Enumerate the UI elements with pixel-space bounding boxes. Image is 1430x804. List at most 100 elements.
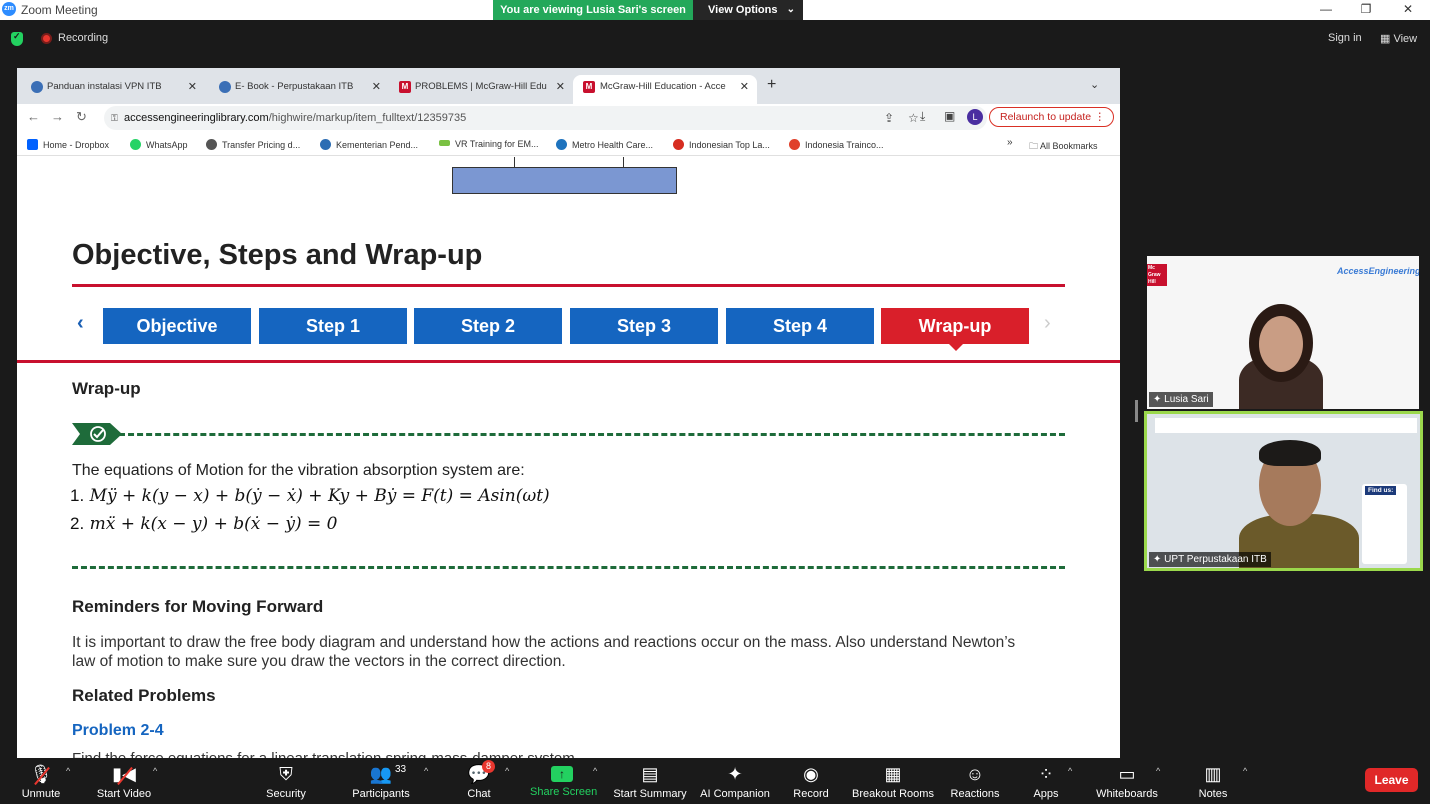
bookmarks-bar: Home - Dropbox WhatsApp Transfer Pricing… bbox=[17, 132, 1120, 156]
bookmark-item[interactable]: Kementerian Pend... bbox=[320, 139, 418, 150]
breakout-rooms-button[interactable]: ▦ Breakout Rooms bbox=[852, 762, 934, 800]
bookmark-item[interactable]: VR Training for EM... bbox=[439, 139, 539, 149]
tab-close-icon[interactable]: ✕ bbox=[556, 75, 565, 99]
record-button[interactable]: ◉ Record bbox=[792, 762, 830, 800]
bookmark-item[interactable]: Metro Health Care... bbox=[556, 139, 653, 150]
step-prev-arrow-icon[interactable]: ‹ bbox=[77, 312, 84, 335]
share-screen-button[interactable]: ↑ Share Screen bbox=[530, 762, 597, 798]
viewing-banner: You are viewing Lusia Sari's screen bbox=[493, 0, 693, 20]
step-tab-step-4[interactable]: Step 4 bbox=[726, 308, 874, 344]
start-summary-button[interactable]: ▤ Start Summary bbox=[612, 762, 688, 800]
start-video-button[interactable]: ▮◀ Start Video bbox=[95, 762, 153, 800]
bookmark-label: WhatsApp bbox=[146, 140, 188, 150]
tab-search-chevron-icon[interactable]: ⌄ bbox=[1090, 78, 1099, 91]
wrap-up-heading: Wrap-up bbox=[72, 379, 141, 398]
problem-2-4-link[interactable]: Problem 2-4 bbox=[72, 722, 164, 740]
video-tile-lusia-sari[interactable]: Mc Graw Hill AccessEngineering ✦ Lusia S… bbox=[1147, 256, 1419, 409]
back-icon[interactable]: ← bbox=[27, 109, 40, 124]
tile-resize-handle[interactable] bbox=[1135, 400, 1138, 422]
view-options-button[interactable]: View Options ⌄ bbox=[693, 0, 803, 20]
browser-tab-active[interactable]: M McGraw-Hill Education - Acce ✕ bbox=[573, 75, 757, 104]
all-bookmarks-button[interactable]: 🗀 All Bookmarks bbox=[1029, 139, 1098, 155]
audio-options-caret-icon[interactable]: ^ bbox=[66, 766, 70, 776]
recording-icon bbox=[41, 33, 52, 44]
new-tab-icon[interactable]: + bbox=[767, 76, 776, 94]
download-icon[interactable]: ⤓ bbox=[920, 109, 925, 124]
tab-close-icon[interactable]: ✕ bbox=[188, 75, 197, 99]
notes-button[interactable]: ▥ Notes bbox=[1196, 762, 1230, 800]
recording-label[interactable]: Recording bbox=[58, 32, 108, 44]
step-tab-wrap-up[interactable]: Wrap-up bbox=[881, 308, 1029, 351]
equation-item: 2. mẍ + k(x − y) + b(ẋ − ẏ) = 0 bbox=[70, 514, 337, 534]
tab-favicon-icon bbox=[31, 81, 43, 93]
reactions-icon: ☺ bbox=[965, 764, 985, 784]
minimize-icon[interactable]: — bbox=[1316, 2, 1336, 16]
bookmark-star-icon[interactable]: ☆ bbox=[908, 106, 919, 130]
relaunch-label: Relaunch to update bbox=[1000, 111, 1092, 123]
apps-icon: ⁘ bbox=[1038, 764, 1054, 784]
bookmark-favicon-icon bbox=[789, 139, 800, 150]
ai-companion-button[interactable]: ✦ AI Companion bbox=[698, 762, 772, 800]
site-info-icon[interactable]: ⚿ bbox=[111, 106, 118, 130]
shield-icon: ⛨ bbox=[279, 764, 293, 784]
sign-in-button[interactable]: Sign in bbox=[1328, 32, 1362, 44]
browser-tab[interactable]: M PROBLEMS | McGraw-Hill Edu ✕ bbox=[389, 75, 573, 104]
browser-tab[interactable]: Panduan instalasi VPN ITB ✕ bbox=[17, 75, 205, 104]
maximize-icon[interactable]: ❐ bbox=[1356, 2, 1376, 16]
video-tile-upt-perpustakaan[interactable]: Find us: ✦ UPT Perpustakaan ITB bbox=[1144, 411, 1423, 571]
close-icon[interactable]: ✕ bbox=[1398, 2, 1418, 16]
step-tab-step-1[interactable]: Step 1 bbox=[259, 308, 407, 344]
view-button[interactable]: ▦ View bbox=[1380, 32, 1417, 45]
bookmark-item[interactable]: WhatsApp bbox=[130, 139, 188, 150]
participant-hair bbox=[1259, 440, 1321, 466]
tab-close-icon[interactable]: ✕ bbox=[740, 75, 749, 99]
bookmark-item[interactable]: Indonesian Top La... bbox=[673, 139, 770, 150]
leave-button[interactable]: Leave bbox=[1365, 768, 1418, 792]
tab-favicon-icon bbox=[219, 81, 231, 93]
relaunch-to-update-button[interactable]: Relaunch to update ⋮ bbox=[989, 107, 1114, 127]
bookmark-item[interactable]: Transfer Pricing d... bbox=[206, 139, 300, 150]
share-page-icon[interactable]: ⇪ bbox=[884, 106, 894, 130]
participants-button[interactable]: 👥 33 Participants bbox=[351, 762, 411, 800]
reactions-button[interactable]: ☺ Reactions bbox=[949, 762, 1001, 800]
side-panel-icon[interactable]: ▣ bbox=[944, 109, 955, 123]
page-title: Objective, Steps and Wrap-up bbox=[72, 239, 483, 271]
whiteboards-button[interactable]: ▭ Whiteboards bbox=[1094, 762, 1160, 800]
mcgraw-hill-favicon-icon: M bbox=[399, 81, 411, 93]
chat-options-caret-icon[interactable]: ^ bbox=[505, 766, 509, 776]
participants-count: 33 bbox=[395, 764, 407, 775]
step-tab-step-3[interactable]: Step 3 bbox=[570, 308, 718, 344]
browser-tab[interactable]: E- Book - Perpustakaan ITB ✕ bbox=[205, 75, 389, 104]
participants-options-caret-icon[interactable]: ^ bbox=[424, 766, 428, 776]
chat-button[interactable]: 💬 8 Chat bbox=[462, 760, 496, 800]
unmute-button[interactable]: 🎙 Unmute bbox=[20, 762, 62, 800]
more-bookmarks-icon[interactable]: » bbox=[1007, 137, 1013, 148]
diagram-line bbox=[623, 157, 624, 167]
whiteboards-options-caret-icon[interactable]: ^ bbox=[1156, 766, 1160, 776]
encryption-shield-icon[interactable] bbox=[11, 31, 23, 46]
title-divider bbox=[72, 284, 1065, 287]
bookmark-item[interactable]: Indonesia Trainco... bbox=[789, 139, 884, 150]
video-options-caret-icon[interactable]: ^ bbox=[153, 766, 157, 776]
step-tab-objective[interactable]: Objective bbox=[103, 308, 251, 344]
bookmark-item[interactable]: Home - Dropbox bbox=[27, 139, 109, 150]
share-options-caret-icon[interactable]: ^ bbox=[593, 766, 597, 776]
equation-number: 1. bbox=[70, 486, 85, 505]
forward-icon[interactable]: → bbox=[51, 109, 64, 124]
tab-label: E- Book - Perpustakaan ITB bbox=[235, 81, 354, 92]
find-us-panel: Find us: bbox=[1362, 484, 1407, 564]
profile-avatar[interactable]: L bbox=[967, 109, 983, 125]
tab-close-icon[interactable]: ✕ bbox=[372, 75, 381, 99]
toolbar-label: Notes bbox=[1198, 788, 1228, 800]
bookmark-favicon-icon bbox=[320, 139, 331, 150]
apps-button[interactable]: ⁘ Apps bbox=[1030, 762, 1062, 800]
reload-icon[interactable]: ↻ bbox=[76, 109, 87, 125]
step-next-arrow-icon[interactable]: › bbox=[1044, 312, 1051, 335]
related-problems-heading: Related Problems bbox=[72, 686, 216, 705]
step-tab-step-2[interactable]: Step 2 bbox=[414, 308, 562, 344]
apps-options-caret-icon[interactable]: ^ bbox=[1068, 766, 1072, 776]
notes-options-caret-icon[interactable]: ^ bbox=[1243, 766, 1247, 776]
url-host: accessengineeringlibrary.com bbox=[124, 112, 269, 124]
url-input[interactable]: ⚿ accessengineeringlibrary.com/highwire/… bbox=[104, 106, 987, 130]
security-button[interactable]: ⛨ Security bbox=[263, 762, 309, 800]
